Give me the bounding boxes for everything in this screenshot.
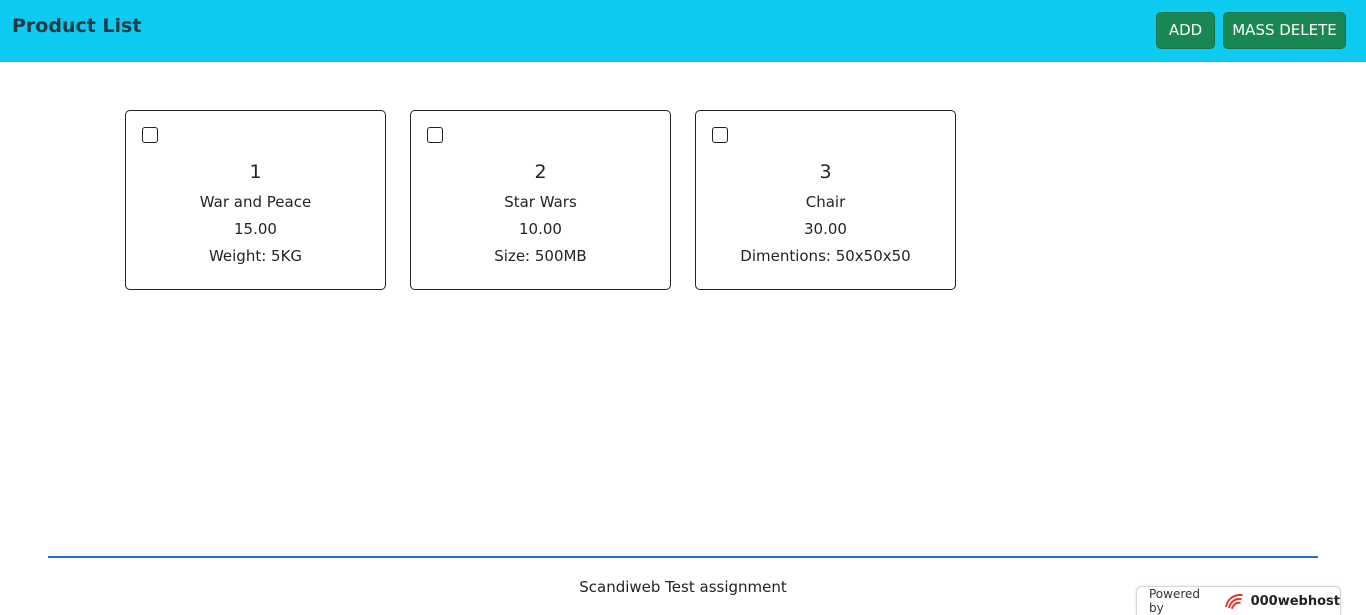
product-price: 15.00 (234, 220, 277, 238)
product-attribute: Weight: 5KG (208, 247, 303, 265)
add-button[interactable]: ADD (1156, 12, 1215, 49)
product-card: 1 War and Peace 15.00 Weight: 5KG (125, 110, 386, 290)
page-title: Product List (12, 15, 142, 37)
powered-by-brand: 000webhost (1250, 593, 1340, 609)
webhost-logo-icon (1225, 594, 1243, 610)
product-attribute: Dimentions: 50x50x50 (740, 247, 911, 265)
product-sku: 3 (819, 161, 832, 183)
product-name: Chair (805, 193, 846, 211)
powered-by-badge[interactable]: Powered by 000webhost (1136, 586, 1341, 615)
product-name: Star Wars (504, 193, 577, 211)
mass-delete-button[interactable]: MASS DELETE (1223, 12, 1346, 49)
delete-checkbox[interactable] (712, 127, 728, 143)
product-sku: 1 (249, 161, 262, 183)
product-card: 2 Star Wars 10.00 Size: 500MB (410, 110, 671, 290)
product-name: War and Peace (199, 193, 312, 211)
delete-checkbox[interactable] (142, 127, 158, 143)
product-attribute: Size: 500MB (494, 247, 587, 265)
footer-divider (48, 556, 1318, 558)
header-bar: Product List ADD MASS DELETE (0, 0, 1366, 62)
delete-checkbox[interactable] (427, 127, 443, 143)
product-sku: 2 (534, 161, 547, 183)
product-price: 10.00 (519, 220, 562, 238)
product-card: 3 Chair 30.00 Dimentions: 50x50x50 (695, 110, 956, 290)
product-price: 30.00 (804, 220, 847, 238)
powered-by-label: Powered by (1149, 587, 1201, 615)
